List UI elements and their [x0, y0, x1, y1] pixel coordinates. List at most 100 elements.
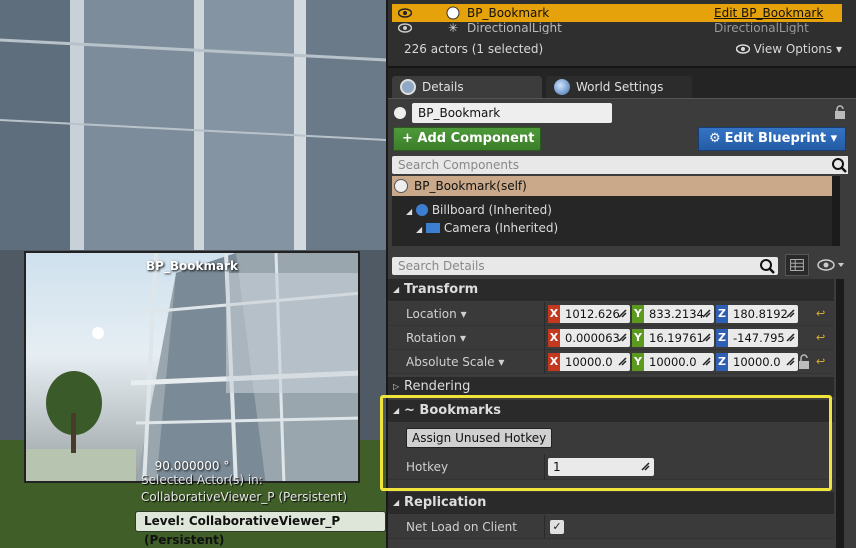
rotation-x-value[interactable]: 0.000063	[560, 329, 630, 347]
absolute-scale-row: Absolute Scale ▾ X 10000.0 Y 10000.0 Z 1000…	[388, 350, 834, 374]
camera-icon	[425, 223, 440, 233]
outliner-row-selected[interactable]: BP_Bookmark Edit BP_Bookmark	[392, 4, 842, 22]
right-panel: BP_Bookmark Edit BP_Bookmark ✳ Direction…	[380, 0, 856, 548]
scale-x-value[interactable]: 10000.0	[560, 353, 630, 371]
component-billboard[interactable]: ◢ Billboard (Inherited)	[406, 201, 552, 219]
bookmarks-section-header[interactable]: ◢ ~ Bookmarks	[388, 400, 834, 422]
actor-name-row: BP_Bookmark	[390, 101, 852, 125]
details-scrollbar[interactable]	[836, 279, 844, 548]
column-divider	[544, 302, 545, 326]
reset-arrow-icon[interactable]: ↩	[816, 308, 828, 320]
view-options-button[interactable]: View Options ▾	[735, 42, 842, 56]
rendering-header-label: Rendering	[404, 379, 471, 394]
rotation-label[interactable]: Rotation ▾	[406, 326, 466, 350]
actor-name-input[interactable]: BP_Bookmark	[412, 103, 612, 123]
preview-title: BP_Bookmark	[145, 259, 239, 273]
axis-y-label: Y	[632, 353, 644, 371]
scale-z-text: 10000.0	[733, 355, 781, 369]
tab-details[interactable]: Details	[392, 76, 542, 98]
location-label[interactable]: Location ▾	[406, 302, 467, 326]
component-billboard-label: Billboard (Inherited)	[431, 203, 552, 217]
drag-handle-icon[interactable]	[786, 357, 795, 366]
drag-handle-icon[interactable]	[618, 309, 627, 318]
details-magnifier-icon	[400, 79, 416, 95]
collapse-triangle-icon: ◢	[393, 285, 400, 294]
tab-world-settings[interactable]: World Settings	[546, 76, 692, 98]
visibility-eye-icon[interactable]	[398, 7, 412, 19]
rotation-z-text: -147.795	[733, 331, 785, 345]
add-component-button[interactable]: + Add Component ▾	[393, 127, 541, 168]
visibility-eye-icon[interactable]	[398, 22, 412, 34]
camera-preview: BP_Bookmark 90.000000 °	[24, 251, 360, 483]
edit-blueprint-button[interactable]: ⚙ Edit Blueprint ▾	[698, 127, 846, 151]
axis-x-label: X	[548, 305, 560, 323]
reset-arrow-icon[interactable]: ↩	[816, 356, 828, 368]
preview-fov: 90.000000 °	[154, 459, 230, 473]
bookmark-actor-icon	[446, 6, 460, 20]
drag-handle-icon[interactable]	[786, 309, 795, 318]
rotation-z-value[interactable]: -147.795	[728, 329, 798, 347]
level-viewport[interactable]: BP_Bookmark 90.000000 ° Selected Actor(s…	[0, 0, 386, 548]
drag-handle-icon[interactable]	[702, 309, 711, 318]
rotation-y-value[interactable]: 16.19761	[644, 329, 714, 347]
visibility-filter-icon[interactable]	[816, 258, 846, 272]
replication-section-header[interactable]: ◢ Replication	[388, 492, 834, 514]
location-z-value[interactable]: 180.8192	[728, 305, 798, 323]
outliner-type: DirectionalLight	[714, 22, 809, 34]
scale-lock-icon[interactable]	[798, 354, 810, 370]
scale-x-text: 10000.0	[565, 355, 613, 369]
component-self-row[interactable]: BP_Bookmark(self)	[392, 176, 832, 196]
scale-y-value[interactable]: 10000.0	[644, 353, 714, 371]
rotation-x-text: 0.000063	[565, 331, 620, 345]
eye-icon	[735, 44, 750, 54]
world-outliner: BP_Bookmark Edit BP_Bookmark ✳ Direction…	[388, 0, 856, 68]
drag-handle-icon[interactable]	[702, 333, 711, 342]
globe-icon	[554, 79, 570, 95]
rendering-section-header[interactable]: ▷ Rendering	[388, 377, 834, 397]
tab-details-label: Details	[422, 80, 464, 94]
location-row: Location ▾ X 1012.626 Y 833.2134 Z 180.8192…	[388, 302, 834, 326]
transform-header-label: Transform	[404, 282, 479, 297]
selected-actors-line2: CollaborativeViewer_P (Persistent)	[141, 490, 348, 504]
search-icon[interactable]	[830, 156, 848, 174]
sphere-icon	[394, 179, 408, 193]
drag-handle-icon[interactable]	[618, 333, 627, 342]
assign-hotkey-row: Assign Unused Hotkey	[388, 423, 834, 453]
net-load-label: Net Load on Client	[406, 520, 517, 534]
drag-handle-icon[interactable]	[786, 333, 795, 342]
bookmarks-header-label: ~ Bookmarks	[404, 403, 501, 418]
rotation-y-text: 16.19761	[649, 331, 704, 345]
scale-z-value[interactable]: 10000.0	[728, 353, 798, 371]
assign-unused-hotkey-button[interactable]: Assign Unused Hotkey	[406, 428, 553, 448]
net-load-row: Net Load on Client ✓	[388, 515, 834, 539]
lock-icon[interactable]	[834, 105, 846, 119]
property-matrix-icon[interactable]	[785, 254, 809, 276]
axis-x-label: X	[548, 353, 560, 371]
expand-triangle-icon[interactable]: ◢	[406, 207, 412, 216]
component-camera[interactable]: ◢ Camera (Inherited)	[416, 219, 558, 237]
search-details-input[interactable]: Search Details	[392, 257, 778, 275]
expand-triangle-icon[interactable]: ◢	[416, 225, 422, 234]
location-z-text: 180.8192	[733, 307, 788, 321]
net-load-checkbox[interactable]: ✓	[550, 520, 564, 534]
level-badge[interactable]: Level: CollaborativeViewer_P (Persistent…	[135, 511, 386, 547]
search-icon[interactable]	[758, 257, 776, 275]
outliner-edit-link[interactable]: Edit BP_Bookmark	[714, 4, 823, 22]
column-divider	[544, 350, 545, 374]
reset-arrow-icon[interactable]: ↩	[816, 332, 828, 344]
location-y-value[interactable]: 833.2134	[644, 305, 714, 323]
drag-handle-icon[interactable]	[641, 462, 650, 471]
edit-blueprint-label: Edit Blueprint ▾	[724, 131, 838, 146]
transform-section-header[interactable]: ◢ Transform	[388, 279, 834, 301]
outliner-row[interactable]: ✳ DirectionalLight DirectionalLight	[392, 22, 842, 34]
drag-handle-icon[interactable]	[702, 357, 711, 366]
location-y-text: 833.2134	[649, 307, 704, 321]
location-x-value[interactable]: 1012.626	[560, 305, 630, 323]
replication-header-label: Replication	[404, 495, 487, 510]
tab-world-settings-label: World Settings	[576, 80, 664, 94]
search-components-input[interactable]: Search Components	[392, 156, 832, 174]
hotkey-input[interactable]: 1	[548, 458, 654, 476]
drag-handle-icon[interactable]	[618, 357, 627, 366]
absolute-scale-label[interactable]: Absolute Scale ▾	[406, 350, 504, 374]
component-tree-scrollbar[interactable]	[832, 176, 840, 246]
